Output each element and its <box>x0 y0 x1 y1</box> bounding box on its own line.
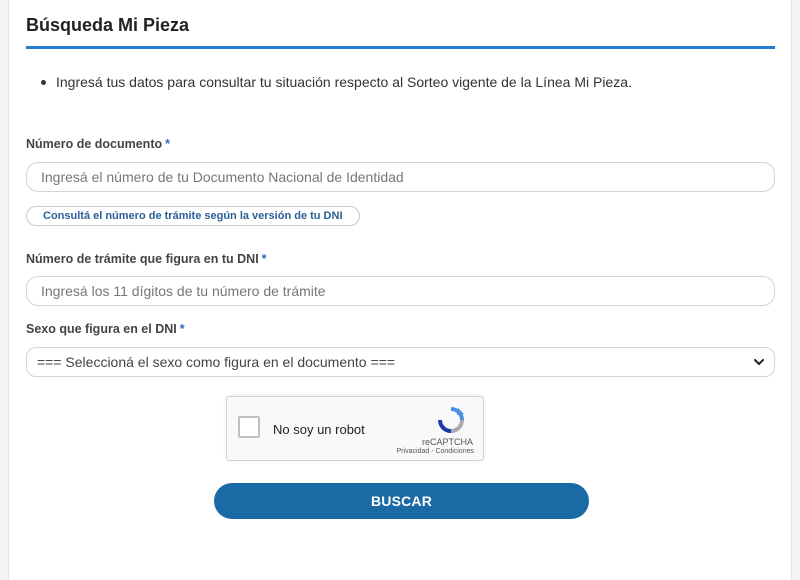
search-card: Búsqueda Mi Pieza Ingresá tus datos para… <box>8 0 792 580</box>
bullet-dot-icon <box>41 79 46 85</box>
sexo-select[interactable]: === Seleccioná el sexo como figura en el… <box>26 347 775 377</box>
documento-input[interactable] <box>26 162 775 192</box>
recaptcha-widget: No soy un robot reCAPTCHA Privacidad - C… <box>226 396 484 461</box>
documento-label-text: Número de documento <box>26 137 163 151</box>
tramite-input[interactable] <box>26 276 775 306</box>
recaptcha-label: No soy un robot <box>273 422 365 437</box>
chevron-down-icon <box>754 359 764 365</box>
tramite-help-button[interactable]: Consultá el número de trámite según la v… <box>26 206 360 226</box>
recaptcha-checkbox[interactable] <box>238 416 260 438</box>
intro-text: Ingresá tus datos para consultar tu situ… <box>56 74 632 90</box>
intro-bullet: Ingresá tus datos para consultar tu situ… <box>41 74 632 90</box>
tramite-label: Número de trámite que figura en tu DNI * <box>26 252 267 266</box>
tramite-label-text: Número de trámite que figura en tu DNI <box>26 252 259 266</box>
page-title: Búsqueda Mi Pieza <box>26 15 190 35</box>
required-mark: * <box>165 137 170 151</box>
sexo-select-value: === Seleccioná el sexo como figura en el… <box>37 354 396 370</box>
buscar-button[interactable]: BUSCAR <box>214 483 589 519</box>
recaptcha-brand: reCAPTCHA <box>421 437 473 447</box>
title-divider <box>26 46 775 49</box>
recaptcha-logo-icon <box>438 407 464 433</box>
sexo-label: Sexo que figura en el DNI * <box>26 322 185 336</box>
sexo-label-text: Sexo que figura en el DNI <box>26 322 177 336</box>
recaptcha-terms-link[interactable]: Privacidad - Condiciones <box>397 448 474 455</box>
required-mark: * <box>261 252 267 266</box>
documento-label: Número de documento * <box>26 137 170 151</box>
required-mark: * <box>179 322 185 336</box>
